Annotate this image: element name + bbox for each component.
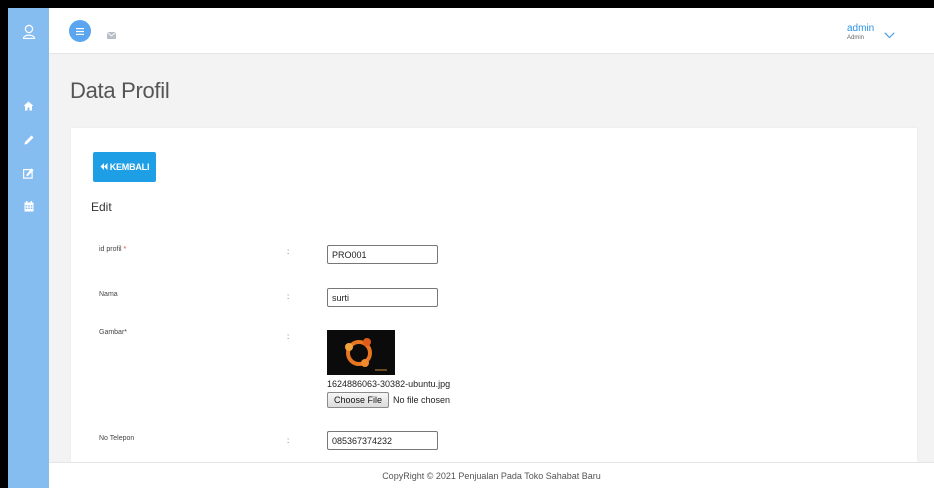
- required-mark: *: [123, 246, 127, 253]
- user-icon[interactable]: [8, 20, 49, 42]
- double-chevron-left-icon: [100, 162, 108, 172]
- id-profil-input[interactable]: [327, 245, 438, 264]
- colon: :: [287, 436, 290, 445]
- mail-icon[interactable]: [106, 26, 117, 44]
- edit-card: KEMBALI Edit id profil * : Nama : Gambar…: [71, 128, 917, 468]
- no-file-chosen-text: No file chosen: [393, 395, 451, 405]
- pencil-icon[interactable]: [8, 129, 49, 151]
- no-telepon-label: No Telepon: [99, 435, 135, 442]
- page-title: Data Profil: [70, 78, 170, 103]
- id-profil-label: id profil *: [99, 246, 127, 253]
- footer: CopyRight © 2021 Penjualan Pada Toko Sah…: [49, 462, 934, 488]
- section-title: Edit: [91, 200, 112, 214]
- nama-label: Nama: [99, 291, 118, 298]
- sidebar: [8, 8, 49, 488]
- gambar-label: Gambar*: [99, 329, 128, 336]
- menu-icon[interactable]: [69, 20, 91, 42]
- user-name[interactable]: admin: [847, 24, 874, 34]
- colon: :: [287, 292, 290, 301]
- chevron-down-icon[interactable]: [884, 26, 895, 44]
- back-button-label: KEMBALI: [109, 162, 150, 172]
- profile-image-thumbnail: [327, 330, 395, 375]
- home-icon[interactable]: [8, 95, 49, 117]
- app-frame: admin Admin Data Profil KEMBALI Edit id …: [8, 8, 934, 488]
- colon: :: [287, 332, 290, 341]
- user-role: Admin: [847, 35, 865, 41]
- nama-input[interactable]: [327, 288, 438, 307]
- edit-icon[interactable]: [8, 162, 49, 184]
- topbar: admin Admin: [49, 8, 934, 54]
- back-button[interactable]: KEMBALI: [93, 152, 156, 182]
- colon: :: [287, 247, 290, 256]
- current-file-name: 1624886063-30382-ubuntu.jpg: [327, 379, 451, 389]
- calendar-icon[interactable]: [8, 195, 49, 217]
- no-telepon-input[interactable]: [327, 431, 438, 450]
- choose-file-button[interactable]: Choose File: [327, 392, 389, 408]
